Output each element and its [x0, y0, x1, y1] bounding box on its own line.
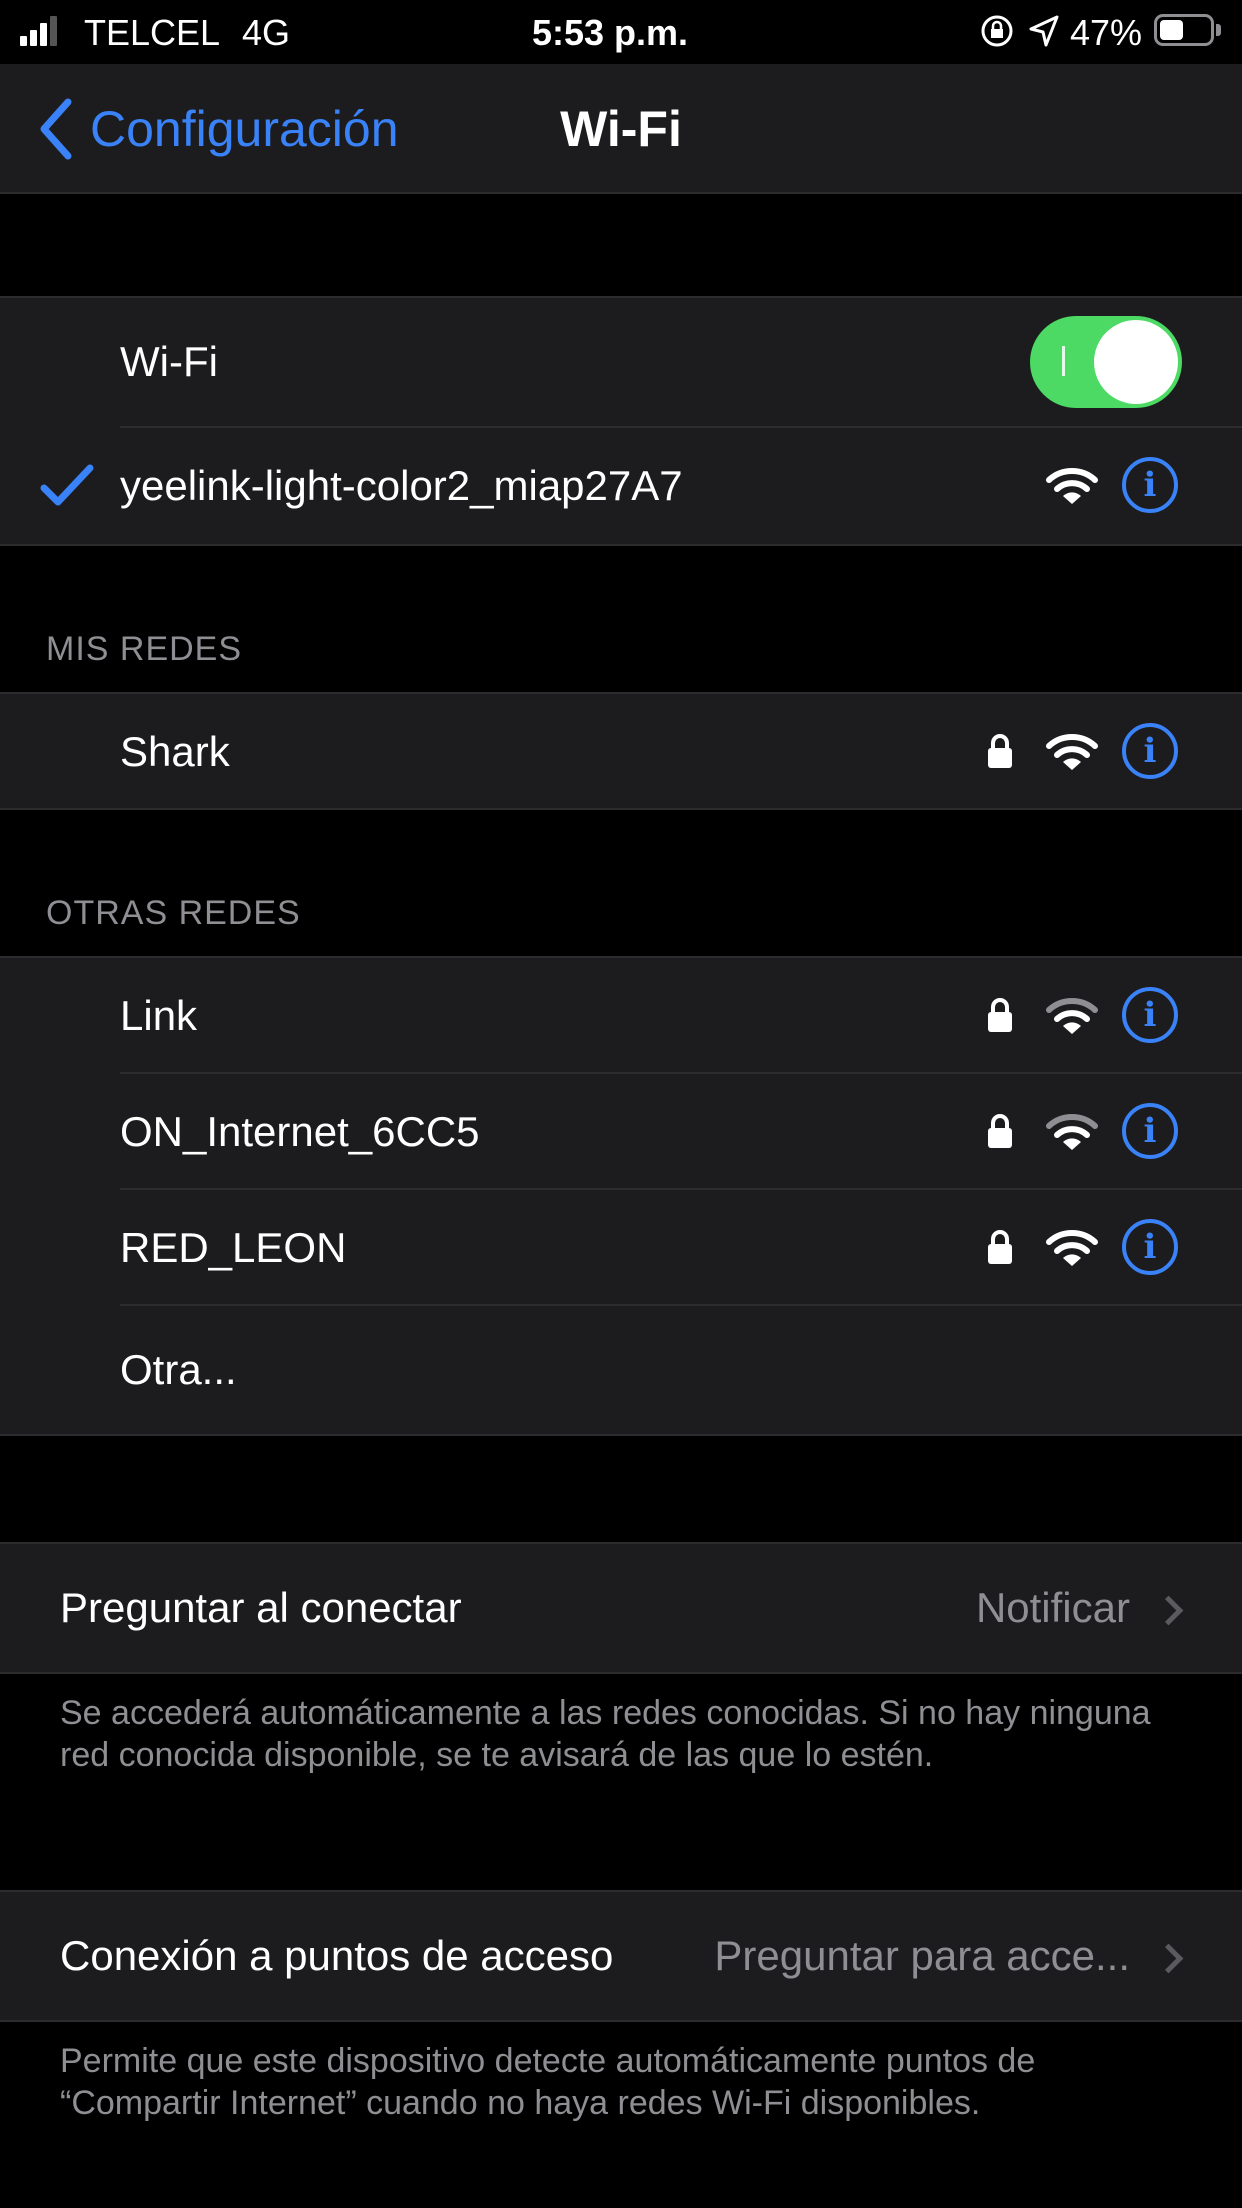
hotspot-row[interactable]: Conexión a puntos de acceso Preguntar pa…	[0, 1892, 1242, 2020]
other-network-label: Otra...	[120, 1346, 237, 1393]
ask-to-join-row[interactable]: Preguntar al conectar Notificar	[0, 1544, 1242, 1672]
connected-network-row[interactable]: yeelink-light-color2_miap27A7 i	[0, 428, 1242, 542]
info-icon[interactable]: i	[1122, 723, 1178, 779]
carrier-label: TELCEL	[84, 12, 221, 53]
lock-icon	[988, 1230, 1012, 1264]
ask-to-join-label: Preguntar al conectar	[60, 1584, 462, 1631]
wifi-toggle-row: Wi-Fi	[0, 298, 1242, 426]
my-networks-group: Shark i	[0, 692, 1242, 810]
hotspot-footnote: Permite que este dispositivo detecte aut…	[60, 2042, 1036, 2122]
network-row-on-internet[interactable]: ON_Internet_6CC5 i	[0, 1074, 1242, 1188]
lock-icon	[988, 998, 1012, 1032]
chevron-right-icon	[1153, 1943, 1184, 1974]
wifi-group: Wi-Fi yeelink-light-color2_miap27A7 i	[0, 296, 1242, 546]
ask-to-join-footnote: Se accederá automáticamente a las redes …	[60, 1694, 1151, 1774]
wifi-signal-icon	[1046, 1230, 1098, 1266]
location-arrow-icon	[1029, 15, 1059, 47]
info-icon[interactable]: i	[1122, 457, 1178, 513]
ask-to-join-group: Preguntar al conectar Notificar	[0, 1542, 1242, 1674]
chevron-right-icon	[1153, 1595, 1184, 1626]
connected-network-name: yeelink-light-color2_miap27A7	[120, 462, 683, 509]
battery-percent: 47%	[1070, 12, 1143, 53]
checkmark-icon	[40, 464, 94, 506]
network-name: RED_LEON	[120, 1224, 347, 1271]
section-header-other-networks: OTRAS REDES	[46, 894, 301, 932]
wifi-toggle[interactable]	[1030, 316, 1182, 408]
info-icon[interactable]: i	[1122, 987, 1178, 1043]
rotation-lock-icon	[981, 15, 1013, 47]
other-network-row[interactable]: Otra...	[0, 1306, 1242, 1432]
wifi-signal-icon	[1046, 734, 1098, 770]
other-networks-group: Link i ON_Internet_6CC5 i RED_LEON i Otr…	[0, 956, 1242, 1436]
cellular-signal-icon	[20, 16, 57, 46]
wifi-signal-icon	[1046, 468, 1098, 504]
battery-icon	[1154, 14, 1214, 46]
network-name: Link	[120, 992, 198, 1039]
section-header-my-networks: MIS REDES	[46, 630, 243, 668]
network-row-link[interactable]: Link i	[0, 958, 1242, 1072]
hotspot-label: Conexión a puntos de acceso	[60, 1932, 614, 1979]
page-title: Wi-Fi	[560, 101, 682, 157]
network-type-label: 4G	[242, 12, 291, 53]
lock-icon	[988, 734, 1012, 768]
hotspot-value: Preguntar para acce...	[714, 1932, 1130, 1979]
hotspot-group: Conexión a puntos de acceso Preguntar pa…	[0, 1890, 1242, 2022]
lock-icon	[988, 1114, 1012, 1148]
network-name: Shark	[120, 728, 230, 775]
navigation-bar: Configuración Wi-Fi	[0, 64, 1242, 194]
network-row-red-leon[interactable]: RED_LEON i	[0, 1190, 1242, 1304]
network-name: ON_Internet_6CC5	[120, 1108, 480, 1155]
info-icon[interactable]: i	[1122, 1103, 1178, 1159]
clock: 5:53 p.m.	[532, 12, 689, 53]
wifi-toggle-label: Wi-Fi	[120, 338, 218, 385]
status-bar: TELCEL 4G 5:53 p.m. 47%	[0, 0, 1242, 64]
network-row-shark[interactable]: Shark i	[0, 694, 1242, 808]
wifi-signal-icon	[1046, 1114, 1098, 1150]
wifi-signal-icon	[1046, 998, 1098, 1034]
info-icon[interactable]: i	[1122, 1219, 1178, 1275]
ask-to-join-value: Notificar	[975, 1584, 1130, 1631]
